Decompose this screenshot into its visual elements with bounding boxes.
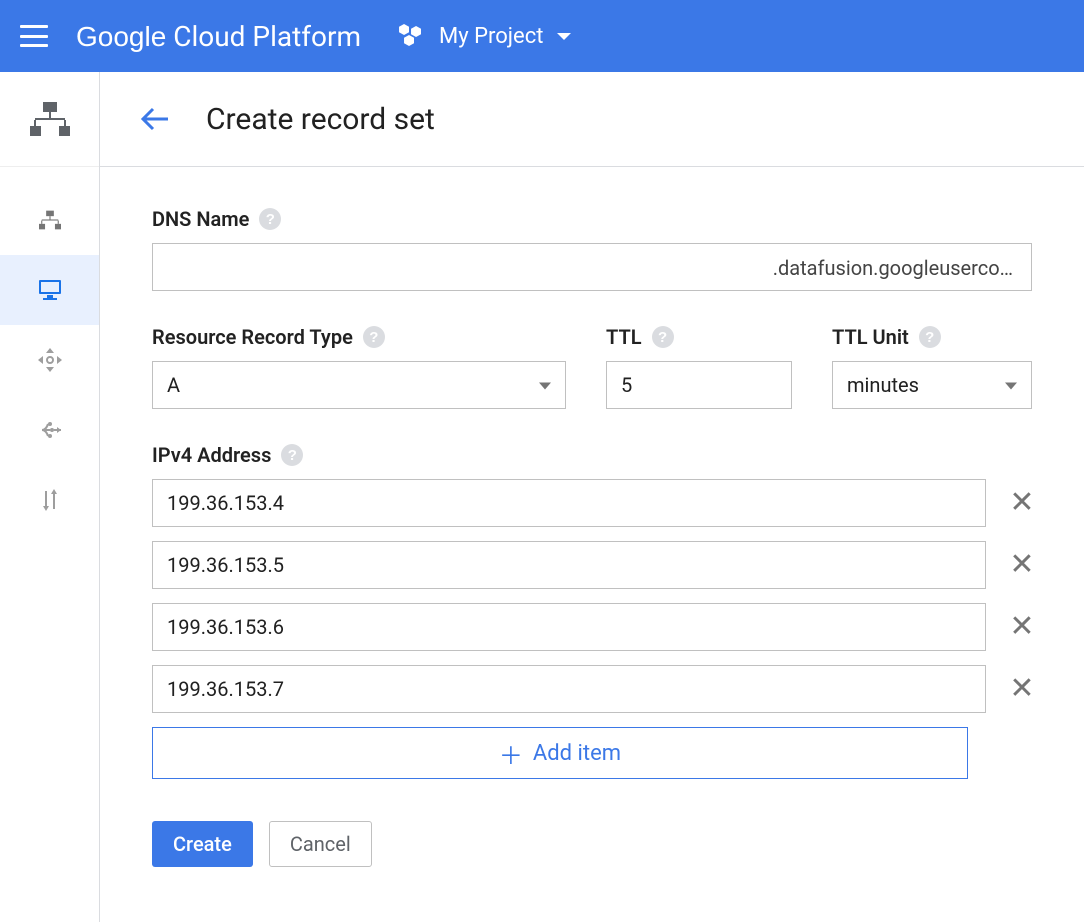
sidebar-item-endpoints[interactable]: [0, 395, 99, 465]
ttl-unit-value: minutes: [847, 373, 919, 397]
sidebar-item-move[interactable]: [0, 325, 99, 395]
ipv4-value: 199.36.153.7: [167, 677, 284, 701]
dns-name-input[interactable]: .datafusion.googleuserco…: [152, 243, 1032, 291]
chevron-down-icon: [1005, 383, 1017, 390]
project-name: My Project: [439, 24, 543, 49]
menu-icon[interactable]: [20, 25, 48, 47]
remove-button[interactable]: ✕: [1004, 488, 1040, 518]
record-type-select[interactable]: A: [152, 361, 566, 409]
help-icon[interactable]: ?: [259, 208, 281, 230]
brand-suffix: Cloud Platform: [166, 20, 361, 53]
ipv4-row: 199.36.153.5 ✕: [152, 541, 1040, 589]
sidebar-item-network[interactable]: [0, 185, 99, 255]
chevron-down-icon: [539, 383, 551, 390]
chevron-down-icon: [557, 33, 571, 40]
help-icon[interactable]: ?: [363, 326, 385, 348]
plus-icon: ＋: [499, 736, 523, 771]
form: DNS Name ? .datafusion.googleuserco… Res…: [100, 167, 1084, 911]
swap-icon: [38, 487, 62, 513]
help-icon[interactable]: ?: [919, 326, 941, 348]
help-icon[interactable]: ?: [652, 326, 674, 348]
ipv4-label: IPv4 Address ?: [152, 443, 1040, 467]
cancel-button[interactable]: Cancel: [269, 821, 372, 867]
add-item-button[interactable]: ＋ Add item: [152, 727, 968, 779]
record-type-value: A: [167, 373, 180, 397]
ttl-unit-label: TTL Unit ?: [832, 325, 1032, 349]
remove-button[interactable]: ✕: [1004, 674, 1040, 704]
top-bar: Google Cloud Platform My Project: [0, 0, 1084, 72]
ttl-input[interactable]: 5: [606, 361, 792, 409]
monitor-icon: [38, 279, 62, 301]
add-item-label: Add item: [533, 741, 621, 766]
remove-button[interactable]: ✕: [1004, 550, 1040, 580]
ipv4-value: 199.36.153.4: [167, 491, 284, 515]
ipv4-input[interactable]: 199.36.153.5: [152, 541, 986, 589]
project-selector[interactable]: My Project: [397, 24, 571, 49]
network-icon: [30, 102, 70, 136]
ipv4-value: 199.36.153.6: [167, 615, 284, 639]
arrow-left-icon: [140, 106, 170, 132]
back-button[interactable]: [140, 106, 170, 132]
ipv4-input[interactable]: 199.36.153.7: [152, 665, 986, 713]
create-button[interactable]: Create: [152, 821, 253, 867]
sitemap-icon: [39, 210, 61, 230]
page-title: Create record set: [206, 102, 435, 137]
ipv4-row: 199.36.153.4 ✕: [152, 479, 1040, 527]
ipv4-value: 199.36.153.5: [167, 553, 284, 577]
remove-button[interactable]: ✕: [1004, 612, 1040, 642]
ttl-unit-select[interactable]: minutes: [832, 361, 1032, 409]
dns-name-label: DNS Name ?: [152, 207, 1040, 231]
ipv4-row: 199.36.153.6 ✕: [152, 603, 1040, 651]
ipv4-input[interactable]: 199.36.153.4: [152, 479, 986, 527]
sidebar-item-dns[interactable]: [0, 255, 99, 325]
main-content: Create record set DNS Name ? .datafusion…: [100, 72, 1084, 922]
move-icon: [37, 347, 63, 373]
record-type-label: Resource Record Type ?: [152, 325, 566, 349]
brand-text: Google Cloud Platform: [76, 20, 361, 53]
ttl-value: 5: [621, 373, 632, 397]
help-icon[interactable]: ?: [281, 444, 303, 466]
branches-icon: [36, 418, 64, 442]
ipv4-input[interactable]: 199.36.153.6: [152, 603, 986, 651]
ttl-label: TTL ?: [606, 325, 792, 349]
project-icon: [397, 24, 427, 48]
ipv4-row: 199.36.153.7 ✕: [152, 665, 1040, 713]
page-header: Create record set: [100, 72, 1084, 167]
sidebar-service-icon[interactable]: [0, 72, 99, 167]
brand-prefix: Google: [76, 21, 166, 52]
sidebar-item-swap[interactable]: [0, 465, 99, 535]
sidebar: [0, 72, 100, 922]
